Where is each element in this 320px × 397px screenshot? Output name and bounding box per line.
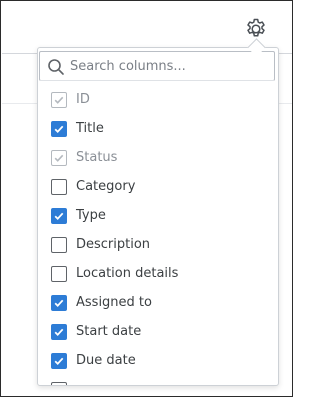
column-label: Type [76,208,106,223]
search-icon [47,58,65,76]
checkbox-unchecked[interactable] [51,381,67,385]
column-label: Category [76,179,136,194]
column-label: ID [76,92,90,107]
column-label: Due date [76,353,136,368]
checkbox-checked[interactable] [51,207,67,224]
column-option-category[interactable]: Category [38,172,278,201]
checkbox-checked[interactable] [51,323,67,340]
column-label: Start date [76,324,142,339]
column-option-type[interactable]: Type [38,201,278,230]
search-box[interactable] [39,51,275,81]
column-option-start-date[interactable]: Start date [38,317,278,346]
column-option-due-date[interactable]: Due date [38,346,278,375]
column-option-id: ID [38,85,278,114]
checkbox-checked-disabled [51,91,67,108]
checkbox-unchecked[interactable] [51,265,67,282]
column-label: Assigned to [76,295,152,310]
column-option-description[interactable]: Description [38,230,278,259]
column-option-assigned-to[interactable]: Assigned to [38,288,278,317]
column-label: Location details [76,266,179,281]
column-label: Description [76,237,151,252]
checkbox-checked[interactable] [51,120,67,137]
column-picker-popover: ID Title Status Category [37,47,279,386]
column-option-title[interactable]: Title [38,114,278,143]
column-option-status: Status [38,143,278,172]
checkbox-checked[interactable] [51,352,67,369]
column-label: Status [76,150,118,165]
app-window: ID Title Status Category [0,0,293,397]
search-divider [40,80,274,81]
checkbox-unchecked[interactable] [51,178,67,195]
column-label: Title [76,121,104,136]
checkbox-checked-disabled [51,149,67,166]
column-option-partial[interactable] [38,375,278,385]
checkbox-checked[interactable] [51,294,67,311]
column-list: ID Title Status Category Type Descriptio… [38,85,278,385]
column-option-location-details[interactable]: Location details [38,259,278,288]
checkbox-unchecked[interactable] [51,236,67,253]
search-input[interactable] [70,56,266,76]
